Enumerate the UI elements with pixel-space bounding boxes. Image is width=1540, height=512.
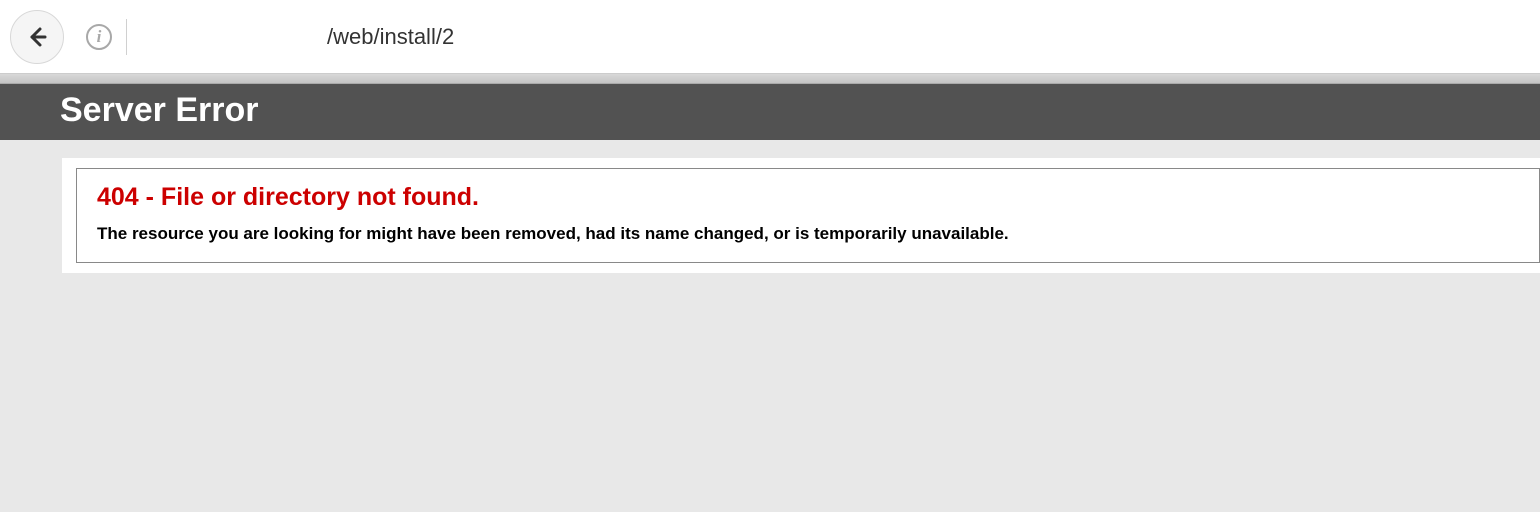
arrow-left-icon bbox=[25, 25, 49, 49]
url-divider bbox=[126, 19, 127, 55]
back-button[interactable] bbox=[10, 10, 64, 64]
info-icon[interactable]: i bbox=[86, 24, 112, 50]
error-title: 404 - File or directory not found. bbox=[97, 183, 1519, 212]
page-body: Server Error 404 - File or directory not… bbox=[0, 84, 1540, 273]
error-box: 404 - File or directory not found. The r… bbox=[76, 168, 1540, 263]
chrome-strip bbox=[0, 74, 1540, 84]
browser-toolbar: i bbox=[0, 0, 1540, 74]
content-wrapper: 404 - File or directory not found. The r… bbox=[62, 158, 1540, 273]
url-input[interactable] bbox=[327, 24, 1530, 50]
page-title: Server Error bbox=[60, 91, 1480, 130]
error-message: The resource you are looking for might h… bbox=[97, 224, 1519, 244]
info-glyph: i bbox=[97, 27, 102, 47]
page-header-bar: Server Error bbox=[0, 84, 1540, 140]
